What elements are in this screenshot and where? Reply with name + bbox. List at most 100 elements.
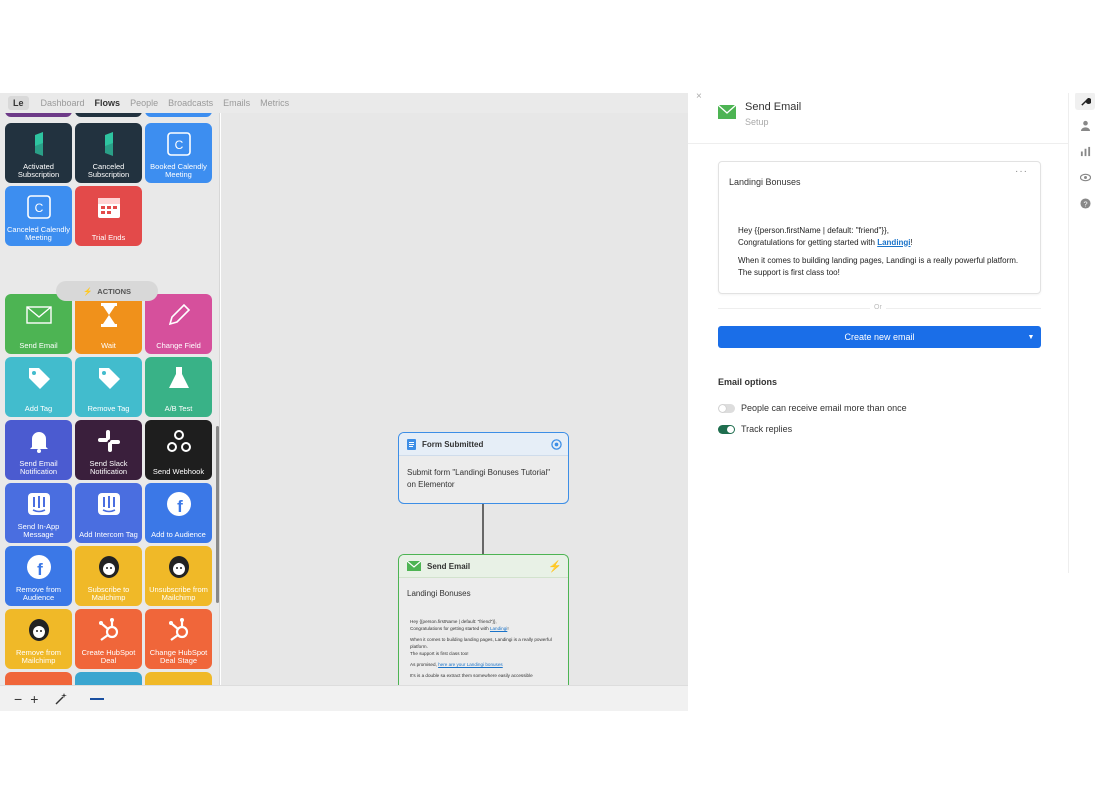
tile-label: Unsubscribe from Mailchimp [149, 585, 208, 603]
step-settings-panel: × Send Email Setup Landingi Bonuses ··· … [688, 93, 1068, 711]
receive-multiple-toggle[interactable] [718, 403, 735, 413]
envelope-icon [25, 302, 52, 328]
trigger-node[interactable]: Form Submitted Submit form "Landingi Bon… [398, 432, 569, 504]
send-email-node-header: Send Email ⚡ [399, 555, 568, 578]
option-track-replies: Track replies [718, 424, 792, 434]
tile-label: Canceled Subscription [87, 162, 130, 180]
nav-broadcasts[interactable]: Broadcasts [168, 98, 213, 108]
trigger-node-title: Form Submitted [422, 439, 484, 449]
zoom-out-button[interactable]: − [14, 691, 22, 707]
send-email-node[interactable]: Send Email ⚡ Landingi Bonuses Hey {{pers… [398, 554, 569, 685]
tile-send-in-app-message[interactable]: Send In-App Message [5, 483, 72, 543]
email-line: Congratulations for getting started with… [738, 237, 913, 247]
tile-label: Change Field [156, 341, 201, 351]
node-email-line: As promised, here are your Landingi bonu… [410, 662, 503, 668]
tile-label: Activated Subscription [17, 162, 60, 180]
mailchimp-icon [96, 554, 122, 580]
tile-label: Subscribe to Mailchimp [87, 585, 130, 603]
svg-text:f: f [177, 497, 183, 516]
tile-change-hubspot-deal-stage[interactable]: Change HubSpot Deal Stage [145, 609, 212, 669]
help-icon[interactable]: ? [1078, 196, 1092, 210]
tile-label: Send Email Notification [19, 459, 58, 477]
hubspot-icon [96, 617, 122, 643]
node-email-line: The support is first class too! [410, 651, 469, 657]
tag-icon [96, 365, 122, 391]
bar-chart-icon[interactable] [1078, 144, 1092, 158]
tile-label: Add Tag [24, 404, 53, 414]
tile-create-hubspot-deal[interactable]: Create HubSpot Deal [75, 609, 142, 669]
flow-canvas[interactable]: Form Submitted Submit form "Landingi Bon… [221, 113, 688, 685]
tile-remove-from-mailchimp[interactable]: Remove from Mailchimp [5, 609, 72, 669]
tile-subscribe-to-mailchimp[interactable]: Subscribe to Mailchimp [75, 546, 142, 606]
stripe-icon [26, 131, 52, 157]
create-new-email-label: Create new email [844, 332, 915, 342]
zoom-in-button[interactable]: + [30, 691, 38, 707]
intercom-icon [96, 491, 122, 517]
calendar-icon [96, 194, 122, 220]
tile-label: Send Email [19, 341, 58, 351]
tile-label: Create HubSpot Deal [81, 648, 136, 666]
node-email-line: When it comes to building landing pages,… [410, 636, 552, 649]
step-palette: Activated Subscription Canceled Subscript… [0, 113, 220, 685]
nav-emails[interactable]: Emails [223, 98, 250, 108]
tile-canceled-subscription[interactable]: Canceled Subscription [75, 123, 142, 183]
app-window: Le Dashboard Flows People Broadcasts Ema… [0, 93, 1100, 711]
dropdown-caret-icon[interactable]: ▼ [1021, 326, 1041, 348]
mailchimp-icon [166, 554, 192, 580]
tile-send-slack-notification[interactable]: Send Slack Notification [75, 420, 142, 480]
email-card-menu-button[interactable]: ··· [1015, 166, 1028, 177]
trigger-node-body: Submit form "Landingi Bonuses Tutorial" … [407, 468, 551, 489]
nav-dashboard[interactable]: Dashboard [41, 98, 85, 108]
mailchimp-icon [26, 617, 52, 643]
tile-trial-ends[interactable]: Trial Ends [75, 186, 142, 246]
nav-flows[interactable]: Flows [95, 98, 121, 108]
magic-wand-icon[interactable] [54, 692, 68, 706]
tile-label: Add Intercom Tag [79, 530, 138, 540]
app-logo[interactable]: Le [8, 96, 29, 110]
email-preview-card[interactable]: Landingi Bonuses ··· Hey {{person.firstN… [718, 161, 1041, 294]
close-panel-button[interactable]: × [696, 93, 702, 102]
email-link[interactable]: Landingi [877, 238, 910, 247]
tile-activated-subscription[interactable]: Activated Subscription [5, 123, 72, 183]
palette-scrollbar[interactable] [216, 426, 219, 603]
nav-metrics[interactable]: Metrics [260, 98, 289, 108]
tile-send-email-notification[interactable]: Send Email Notification [5, 420, 72, 480]
tile-add-to-audience[interactable]: f Add to Audience [145, 483, 212, 543]
node-email-line: Hey {{person.firstName | default: "frien… [410, 618, 497, 624]
bolt-icon: ⚡ [548, 561, 562, 573]
email-options-title: Email options [718, 377, 778, 387]
tile-label: A/B Test [164, 404, 193, 414]
envelope-icon [407, 561, 421, 571]
tile-send-email[interactable]: Send Email [5, 294, 72, 354]
email-line: The support is first class too! [738, 267, 840, 277]
nav-people[interactable]: People [130, 98, 158, 108]
create-new-email-button[interactable]: Create new email ▼ [718, 326, 1041, 348]
tile-add-tag[interactable]: Add Tag [5, 357, 72, 417]
node-email-link[interactable]: here are your Landingi bonuses [438, 662, 503, 667]
node-email-link[interactable]: Landingi [490, 626, 507, 631]
tile-change-field[interactable]: Change Field [145, 294, 212, 354]
send-email-node-body: Landingi Bonuses Hey {{person.firstName … [399, 578, 568, 685]
track-replies-toggle[interactable] [718, 424, 735, 434]
wrench-icon[interactable] [1075, 93, 1095, 110]
tile-a-b-test[interactable]: A/B Test [145, 357, 212, 417]
eye-icon[interactable] [1078, 170, 1092, 184]
envelope-icon [718, 105, 736, 119]
track-replies-label: Track replies [741, 424, 793, 434]
tile-remove-from-audience[interactable]: f Remove from Audience [5, 546, 72, 606]
node-email-preview: Hey {{person.firstName | default: "frien… [407, 618, 560, 680]
minimap-indicator[interactable] [90, 697, 105, 700]
tile-send-webhook[interactable]: Send Webhook [145, 420, 212, 480]
tile-canceled-calendly-meeting[interactable]: C Canceled Calendly Meeting [5, 186, 72, 246]
person-icon[interactable] [1078, 118, 1092, 132]
or-label: Or [870, 304, 886, 311]
email-line: Hey {{person.firstName | default: "frien… [738, 226, 889, 235]
tile-label: Change HubSpot Deal Stage [149, 648, 208, 666]
tile-booked-calendly-meeting[interactable]: C Booked Calendly Meeting [145, 123, 212, 183]
tile-unsubscribe-from-mailchimp[interactable]: Unsubscribe from Mailchimp [145, 546, 212, 606]
email-line: When it comes to building landing pages,… [738, 256, 1019, 266]
tile-remove-tag[interactable]: Remove Tag [75, 357, 142, 417]
email-body: Hey {{person.firstName | default: "frien… [738, 225, 1018, 278]
tile-add-intercom-tag[interactable]: Add Intercom Tag [75, 483, 142, 543]
tile-wait[interactable]: Wait [75, 294, 142, 354]
